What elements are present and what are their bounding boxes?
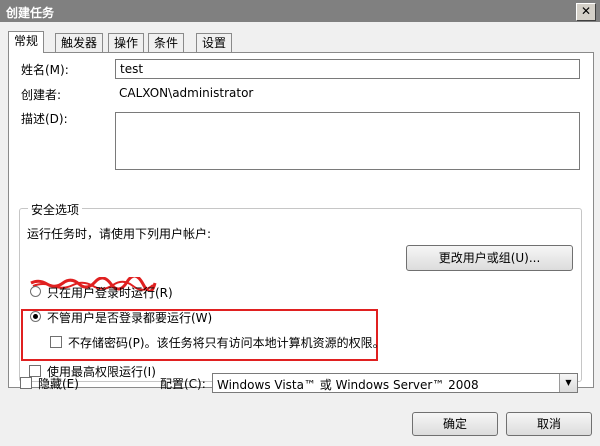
chevron-down-icon[interactable]: ▼ [559, 374, 577, 392]
ok-button[interactable]: 确定 [412, 412, 498, 436]
radio-run-when-logged-on-label[interactable]: 只在用户登录时运行(R) [47, 284, 173, 301]
name-input[interactable] [115, 59, 580, 79]
radio-run-whether-logged-on[interactable] [30, 311, 41, 322]
general-tab-panel: 姓名(M): 创建者: CALXON\administrator 描述(D): … [8, 52, 594, 388]
checkbox-do-not-store-password[interactable] [50, 336, 62, 348]
close-icon: ✕ [580, 4, 592, 18]
radio-run-when-logged-on[interactable] [30, 286, 41, 297]
cancel-button[interactable]: 取消 [506, 412, 592, 436]
close-button[interactable]: ✕ [576, 3, 596, 21]
tab-triggers[interactable]: 触发器 [55, 33, 104, 52]
configure-select[interactable]: Windows Vista™ 或 Windows Server™ 2008 ▼ [212, 373, 578, 393]
description-label: 描述(D): [21, 112, 68, 126]
tab-settings[interactable]: 设置 [196, 33, 233, 52]
tab-general[interactable]: 常规 [8, 31, 45, 53]
change-user-button[interactable]: 更改用户或组(U)... [406, 245, 573, 271]
account-prompt: 运行任务时，请使用下列用户帐户: [27, 227, 212, 241]
checkbox-do-not-store-password-label[interactable]: 不存储密码(P)。该任务将只有访问本地计算机资源的权限。 [68, 334, 385, 351]
configure-label: 配置(C): [160, 377, 206, 391]
title-bar: 创建任务 ✕ [0, 0, 600, 22]
author-value: CALXON\administrator [119, 86, 254, 100]
configure-select-value: Windows Vista™ 或 Windows Server™ 2008 [217, 378, 479, 392]
dialog-body: 常规 触发器 操作 条件 设置 姓名(M): 创建者: CALXON\admin… [0, 22, 600, 446]
checkbox-hidden-label[interactable]: 隐藏(E) [38, 375, 79, 392]
radio-run-whether-logged-on-label[interactable]: 不管用户是否登录都要运行(W) [47, 309, 212, 326]
author-label: 创建者: [21, 88, 62, 102]
tab-conditions[interactable]: 条件 [148, 33, 185, 52]
name-label: 姓名(M): [21, 63, 69, 77]
window-title: 创建任务 [6, 6, 55, 20]
checkbox-hidden[interactable] [20, 377, 32, 389]
tab-actions[interactable]: 操作 [108, 33, 145, 52]
description-textarea[interactable] [115, 112, 580, 170]
security-options-legend: 安全选项 [28, 201, 83, 218]
